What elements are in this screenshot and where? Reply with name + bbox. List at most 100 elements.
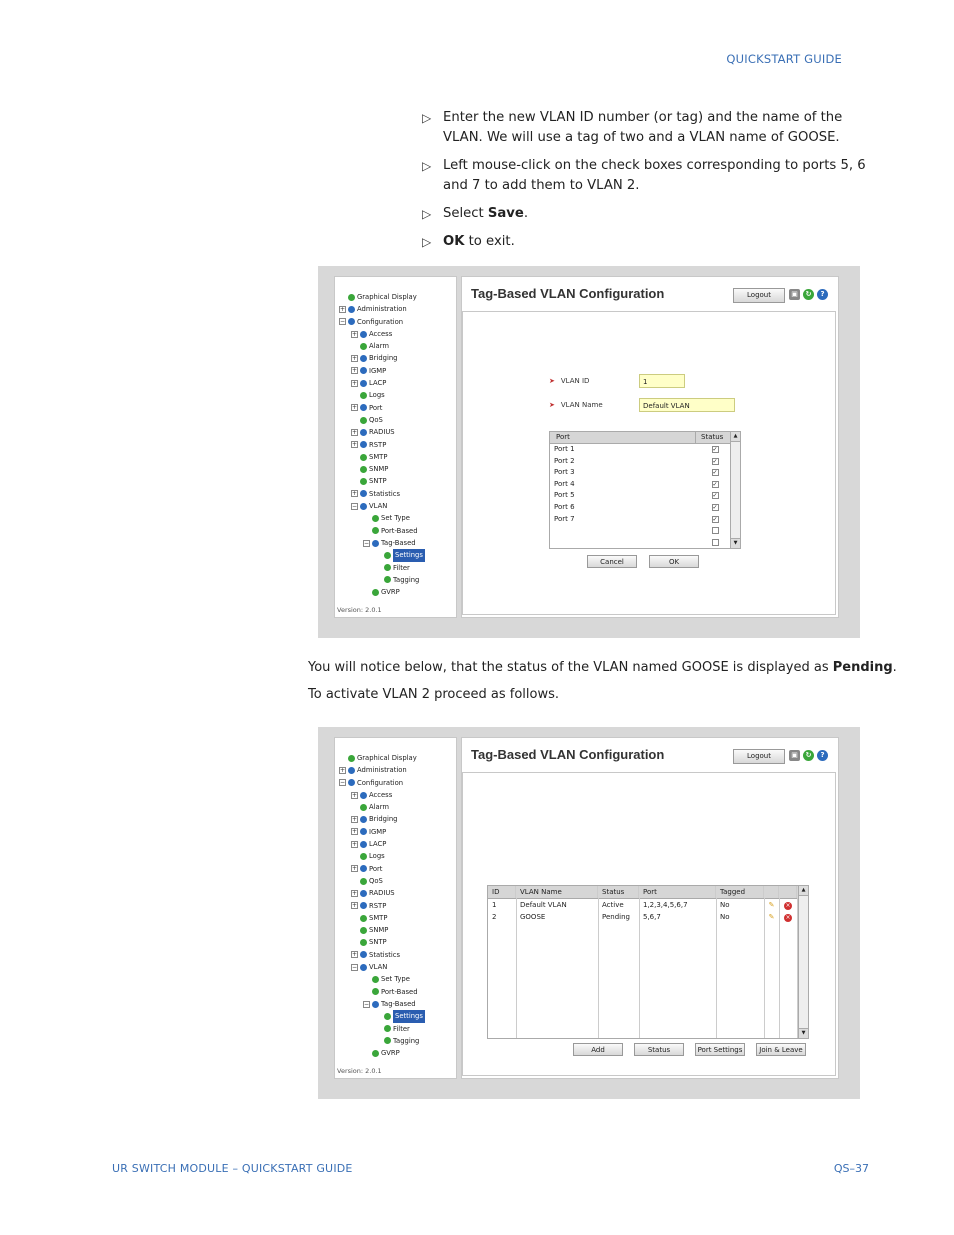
- tree-item[interactable]: + Port: [339, 402, 425, 414]
- port-checkbox[interactable]: ✓: [711, 446, 719, 453]
- tree-item[interactable]: QoS: [339, 875, 425, 887]
- tree-item[interactable]: + RSTP: [339, 439, 425, 451]
- add-button[interactable]: Add: [573, 1043, 623, 1056]
- expand-icon[interactable]: +: [351, 379, 358, 387]
- tree-item[interactable]: Alarm: [339, 801, 425, 813]
- tree-item[interactable]: GVRP: [339, 1047, 425, 1059]
- tree-item[interactable]: + RSTP: [339, 900, 425, 912]
- expand-icon[interactable]: +: [351, 902, 358, 910]
- tree-item[interactable]: Port-Based: [339, 525, 425, 537]
- table-row[interactable]: 1 Default VLAN Active 1,2,3,4,5,6,7 No ✎ ×: [488, 899, 808, 911]
- tree-item[interactable]: SMTP: [339, 912, 425, 924]
- tree-item[interactable]: + IGMP: [339, 365, 425, 377]
- collapse-icon[interactable]: −: [363, 539, 370, 547]
- tree-item[interactable]: − Configuration: [339, 316, 425, 328]
- delete-icon[interactable]: ×: [784, 902, 792, 910]
- refresh-icon[interactable]: ↻: [803, 750, 814, 761]
- tree-item[interactable]: Tagging: [339, 574, 425, 586]
- refresh-icon[interactable]: ↻: [803, 289, 814, 300]
- tree-item[interactable]: Graphical Display: [339, 291, 425, 303]
- save-icon[interactable]: ▣: [789, 289, 800, 300]
- expand-icon[interactable]: +: [351, 441, 358, 449]
- scrollbar[interactable]: ▲ ▼: [798, 886, 808, 1038]
- tree-item[interactable]: GVRP: [339, 586, 425, 598]
- tree-item[interactable]: + Administration: [339, 764, 425, 776]
- tree-item[interactable]: Set Type: [339, 973, 425, 985]
- scrollbar[interactable]: ▲ ▼: [730, 432, 740, 548]
- help-icon[interactable]: ?: [817, 750, 828, 761]
- tree-item[interactable]: Set Type: [339, 512, 425, 524]
- tree-item[interactable]: Tagging: [339, 1035, 425, 1047]
- save-icon[interactable]: ▣: [789, 750, 800, 761]
- tree-item[interactable]: SNTP: [339, 936, 425, 948]
- tree-item[interactable]: Settings: [339, 549, 425, 562]
- tree-item[interactable]: − Configuration: [339, 777, 425, 789]
- tree-item[interactable]: SNTP: [339, 475, 425, 487]
- vlan-name-field[interactable]: Default VLAN: [639, 398, 735, 412]
- scroll-up-icon[interactable]: ▲: [799, 886, 808, 896]
- cancel-button[interactable]: Cancel: [587, 555, 637, 568]
- expand-icon[interactable]: +: [351, 865, 358, 873]
- tree-item[interactable]: + Bridging: [339, 813, 425, 825]
- edit-icon[interactable]: ✎: [769, 913, 775, 921]
- tree-item[interactable]: + Statistics: [339, 949, 425, 961]
- tree-item[interactable]: Settings: [339, 1010, 425, 1023]
- port-checkbox[interactable]: [711, 527, 719, 535]
- port-checkbox[interactable]: ✓: [711, 503, 719, 511]
- collapse-icon[interactable]: −: [351, 963, 358, 971]
- expand-icon[interactable]: +: [351, 791, 358, 799]
- tree-item[interactable]: Port-Based: [339, 986, 425, 998]
- expand-icon[interactable]: +: [351, 840, 358, 848]
- port-checkbox[interactable]: [711, 538, 719, 546]
- tree-item[interactable]: + Port: [339, 863, 425, 875]
- tree-item[interactable]: − Tag-Based: [339, 537, 425, 549]
- vlan-id-field[interactable]: 1: [639, 374, 685, 388]
- tree-item[interactable]: + LACP: [339, 377, 425, 389]
- tree-item[interactable]: + Administration: [339, 303, 425, 315]
- tree-item[interactable]: + Statistics: [339, 488, 425, 500]
- ok-button[interactable]: OK: [649, 555, 699, 568]
- expand-icon[interactable]: +: [351, 367, 358, 375]
- table-row[interactable]: 2 GOOSE Pending 5,6,7 No ✎ ×: [488, 911, 808, 923]
- tree-item[interactable]: SNMP: [339, 463, 425, 475]
- delete-icon[interactable]: ×: [784, 914, 792, 922]
- status-button[interactable]: Status: [634, 1043, 684, 1056]
- join-leave-button[interactable]: Join & Leave: [756, 1043, 806, 1056]
- port-checkbox[interactable]: ✓: [711, 469, 719, 477]
- expand-icon[interactable]: +: [351, 404, 358, 412]
- tree-item[interactable]: Filter: [339, 1023, 425, 1035]
- tree-item[interactable]: Graphical Display: [339, 752, 425, 764]
- edit-icon[interactable]: ✎: [769, 901, 775, 909]
- expand-icon[interactable]: +: [351, 816, 358, 824]
- tree-item[interactable]: Logs: [339, 389, 425, 401]
- tree-item[interactable]: − VLAN: [339, 961, 425, 973]
- tree-item[interactable]: SMTP: [339, 451, 425, 463]
- collapse-icon[interactable]: −: [351, 502, 358, 510]
- collapse-icon[interactable]: −: [339, 779, 346, 787]
- help-icon[interactable]: ?: [817, 289, 828, 300]
- logout-button[interactable]: Logout: [733, 749, 785, 764]
- expand-icon[interactable]: +: [351, 889, 358, 897]
- tree-item[interactable]: Logs: [339, 850, 425, 862]
- scroll-down-icon[interactable]: ▼: [731, 538, 740, 548]
- tree-item[interactable]: + Access: [339, 789, 425, 801]
- collapse-icon[interactable]: −: [363, 1000, 370, 1008]
- expand-icon[interactable]: +: [351, 951, 358, 959]
- tree-item[interactable]: − Tag-Based: [339, 998, 425, 1010]
- tree-item[interactable]: Alarm: [339, 340, 425, 352]
- tree-item[interactable]: − VLAN: [339, 500, 425, 512]
- port-checkbox[interactable]: ✓: [711, 492, 719, 500]
- tree-item[interactable]: + LACP: [339, 838, 425, 850]
- expand-icon[interactable]: +: [339, 766, 346, 774]
- scroll-up-icon[interactable]: ▲: [731, 432, 740, 442]
- tree-item[interactable]: + Access: [339, 328, 425, 340]
- tree-item[interactable]: + IGMP: [339, 826, 425, 838]
- expand-icon[interactable]: +: [351, 330, 358, 338]
- expand-icon[interactable]: +: [351, 355, 358, 363]
- expand-icon[interactable]: +: [351, 428, 358, 436]
- port-settings-button[interactable]: Port Settings: [695, 1043, 745, 1056]
- tree-item[interactable]: Filter: [339, 562, 425, 574]
- expand-icon[interactable]: +: [351, 828, 358, 836]
- port-checkbox[interactable]: ✓: [711, 480, 719, 488]
- port-checkbox[interactable]: ✓: [711, 515, 719, 523]
